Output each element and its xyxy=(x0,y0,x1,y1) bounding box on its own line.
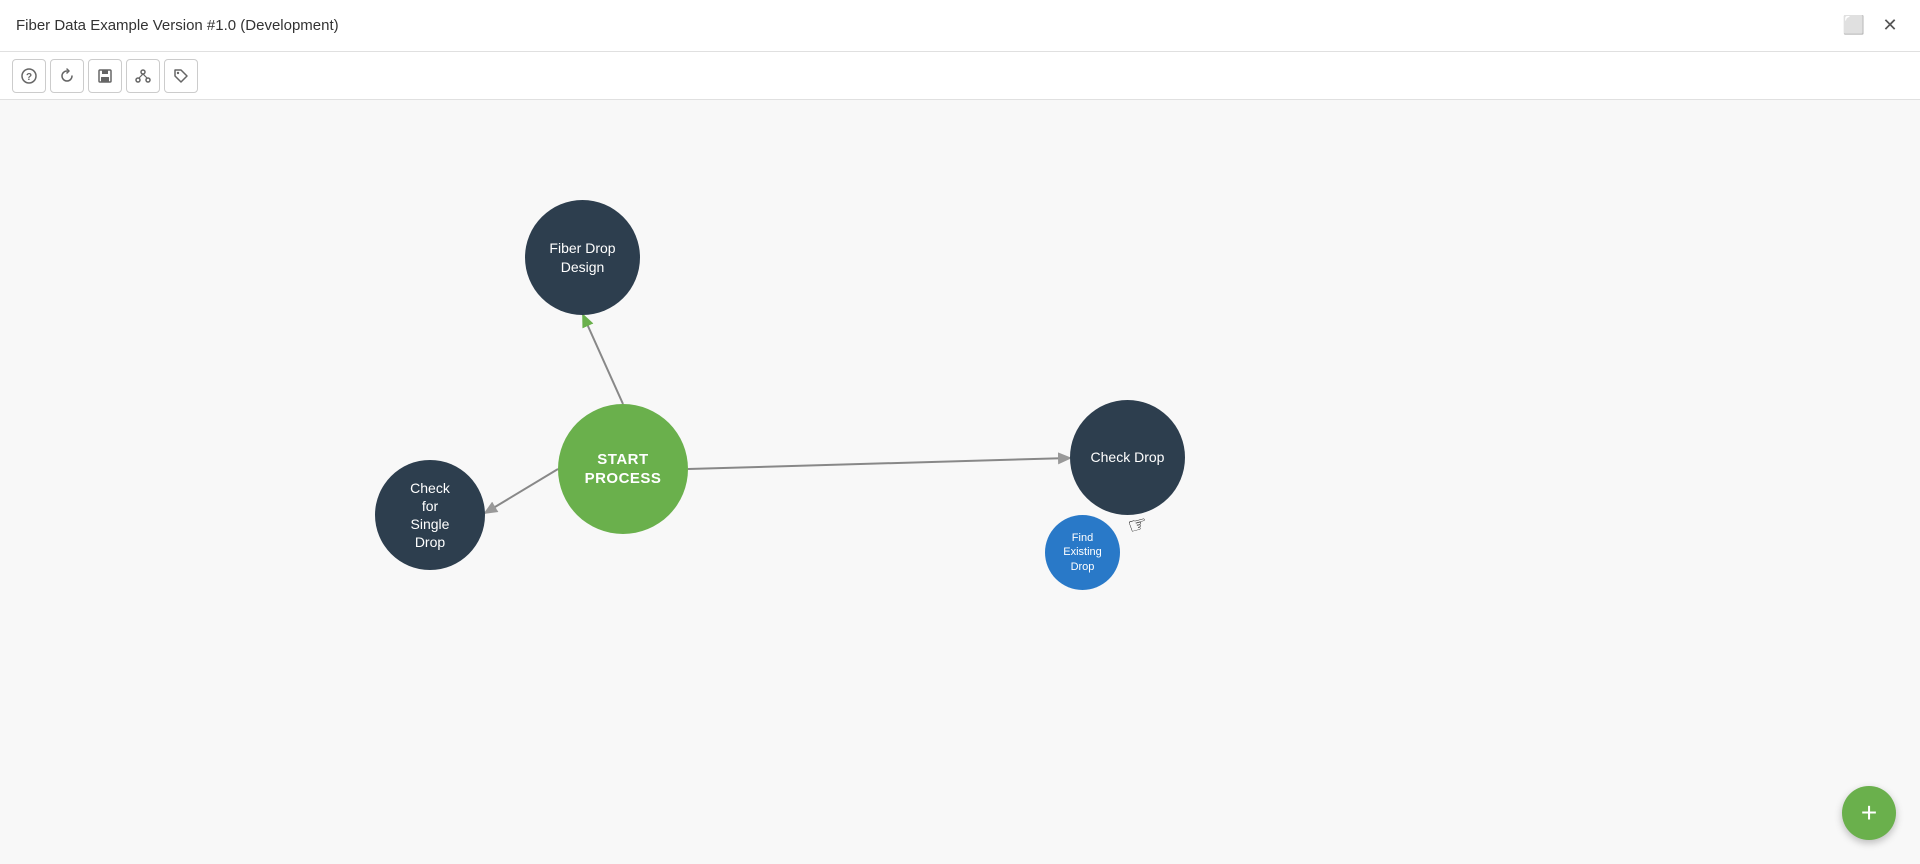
node-check-drop[interactable]: Check Drop xyxy=(1070,400,1185,515)
title-bar: Fiber Data Example Version #1.0 (Develop… xyxy=(0,0,1920,52)
fab-add-button[interactable]: + xyxy=(1842,786,1896,840)
toolbar: ? xyxy=(0,52,1920,100)
node-check-single-drop[interactable]: CheckforSingleDrop xyxy=(375,460,485,570)
node-fiber-drop-design[interactable]: Fiber Drop Design xyxy=(525,200,640,315)
app-title: Fiber Data Example Version #1.0 (Develop… xyxy=(16,17,339,34)
node-find-existing-drop[interactable]: FindExistingDrop xyxy=(1045,515,1120,590)
save-button[interactable] xyxy=(88,59,122,93)
close-button[interactable]: ✕ xyxy=(1876,12,1904,40)
node-start-process[interactable]: STARTPROCESS xyxy=(558,404,688,534)
canvas: Fiber Drop Design STARTPROCESS CheckforS… xyxy=(0,100,1920,864)
refresh-button[interactable] xyxy=(50,59,84,93)
help-button[interactable]: ? xyxy=(12,59,46,93)
maximize-button[interactable]: ⬜ xyxy=(1840,12,1868,40)
svg-text:?: ? xyxy=(26,72,32,83)
arrows-svg xyxy=(0,100,1920,864)
analytics-button[interactable] xyxy=(126,59,160,93)
window-controls: ⬜ ✕ xyxy=(1840,12,1904,40)
tag-button[interactable] xyxy=(164,59,198,93)
